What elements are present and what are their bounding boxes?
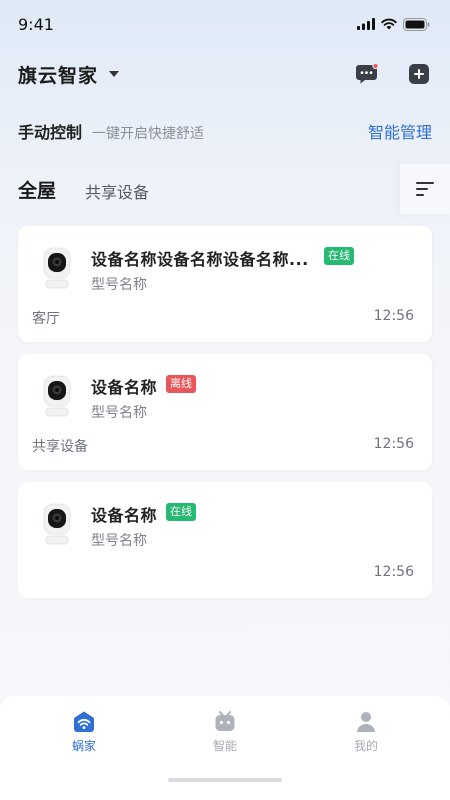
status-badge: 在线 [324, 247, 354, 265]
device-name: 设备名称 [91, 378, 158, 397]
nav-profile[interactable]: 我的 [331, 710, 401, 754]
caret-down-icon [109, 71, 120, 77]
camera-thumbnail [34, 372, 80, 422]
robot-icon [215, 711, 235, 731]
wifi-icon [381, 18, 397, 30]
home-wifi-icon [74, 711, 94, 732]
device-time: 12:56 [373, 436, 414, 452]
nav-home[interactable]: 蜗家 [49, 710, 119, 754]
tab-whole-house[interactable]: 全屋 [18, 176, 56, 203]
camera-thumbnail [34, 244, 80, 294]
device-model: 型号名称 [91, 405, 147, 421]
manual-control[interactable]: 手动控制 一键开启快捷舒适 [18, 119, 204, 143]
status-badge: 离线 [166, 375, 196, 393]
tab-shared-devices[interactable]: 共享设备 [85, 179, 149, 203]
nav-smart[interactable]: 智能 [190, 710, 260, 754]
plus-icon [409, 64, 429, 84]
manual-control-row: 手动控制 一键开启快捷舒适 智能管理 [18, 118, 432, 144]
device-card[interactable]: 设备名称 在线 型号名称 12:56 [18, 482, 432, 598]
camera-thumbnail [34, 500, 80, 550]
home-switcher[interactable]: 旗云智家 [18, 61, 120, 88]
nav-home-label: 蜗家 [71, 739, 96, 753]
nav-smart-label: 智能 [212, 739, 237, 753]
home-header: 旗云智家 [18, 58, 432, 90]
message-icon [356, 63, 379, 84]
smart-management-link[interactable]: 智能管理 [368, 119, 432, 143]
signal-icon [357, 18, 375, 30]
camera-icon [43, 503, 71, 545]
manual-control-subtitle: 一键开启快捷舒适 [92, 126, 205, 142]
message-button[interactable] [354, 61, 380, 87]
sort-lines-icon [416, 182, 434, 196]
status-badge: 在线 [166, 503, 196, 521]
room-tabs: 全屋 共享设备 [0, 164, 450, 214]
user-icon [357, 712, 375, 732]
header-actions [354, 61, 432, 87]
device-time: 12:56 [373, 308, 414, 324]
device-name: 设备名称设备名称设备名称... [91, 250, 309, 269]
device-model: 型号名称 [91, 277, 147, 293]
camera-icon [43, 375, 71, 417]
device-time: 12:56 [373, 564, 414, 580]
status-icons [357, 17, 430, 31]
sort-button[interactable] [400, 164, 450, 214]
device-room: 共享设备 [32, 439, 88, 455]
status-bar: 9:41 [0, 0, 450, 48]
bottom-nav: 蜗家 智能 我的 [0, 696, 450, 800]
home-indicator [168, 778, 282, 782]
device-room: 客厅 [32, 311, 60, 327]
battery-icon [403, 17, 430, 31]
device-card[interactable]: 设备名称 离线 型号名称 共享设备 12:56 [18, 354, 432, 470]
add-device-button[interactable] [406, 61, 432, 87]
device-name: 设备名称 [91, 506, 158, 525]
camera-icon [43, 247, 71, 289]
device-model: 型号名称 [91, 533, 147, 549]
home-name: 旗云智家 [18, 64, 99, 87]
status-time: 9:41 [18, 14, 54, 34]
manual-control-title: 手动控制 [18, 123, 83, 142]
device-card[interactable]: 设备名称设备名称设备名称... 在线 型号名称 客厅 12:56 [18, 226, 432, 342]
nav-profile-label: 我的 [353, 739, 378, 753]
